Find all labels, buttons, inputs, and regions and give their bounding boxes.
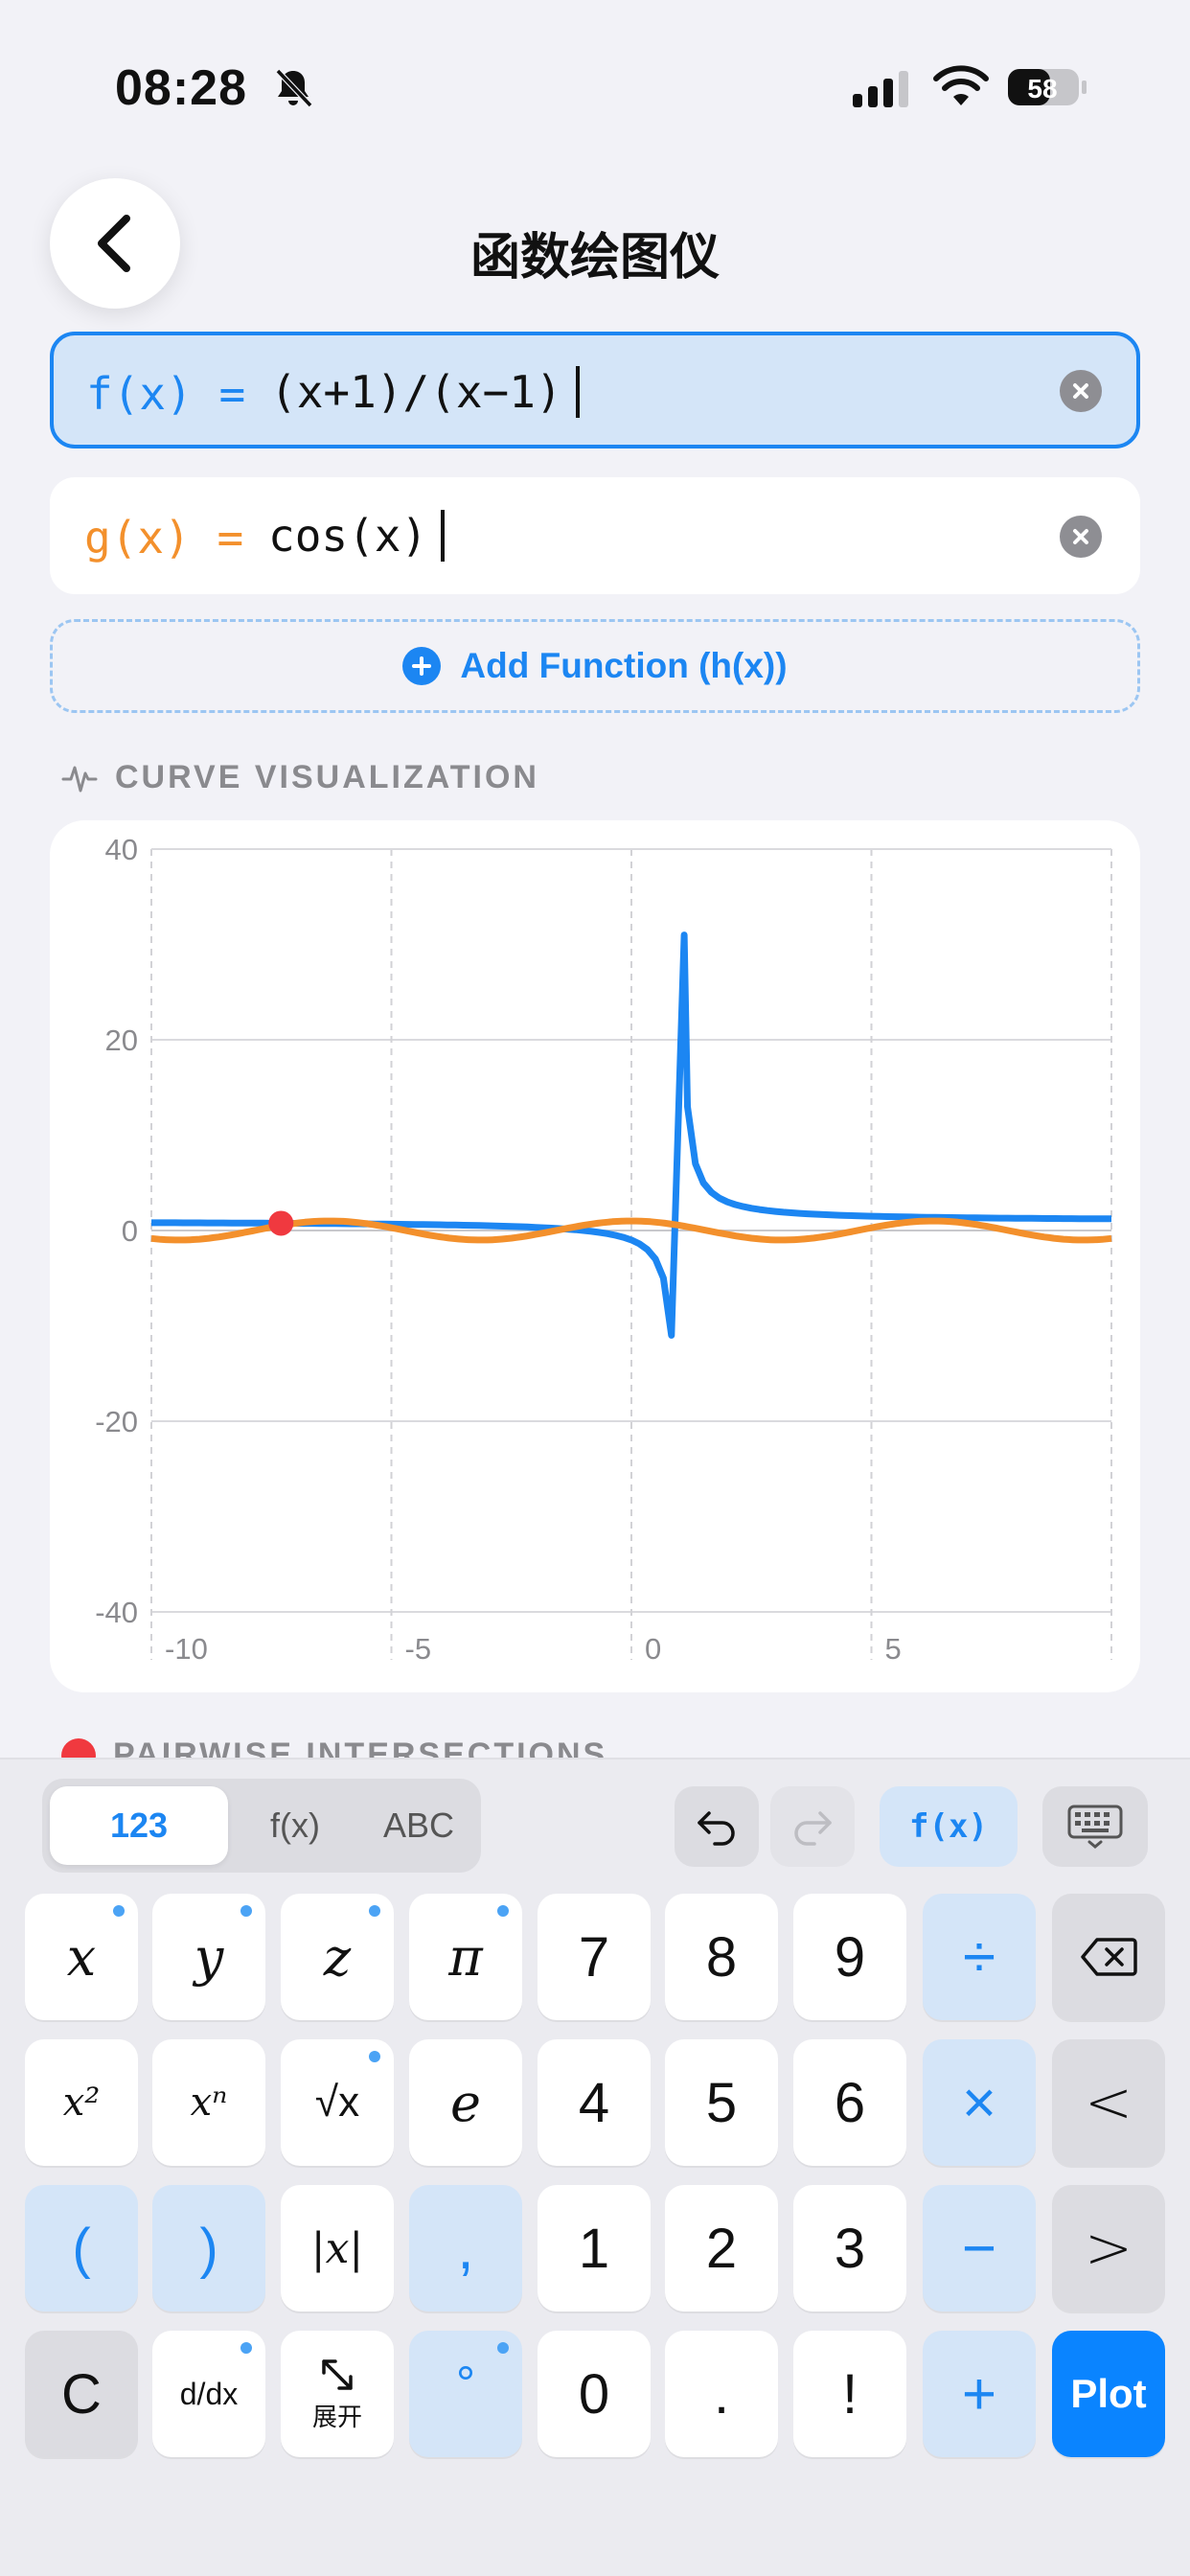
function-f-expression: (x+1)/(x−1) xyxy=(270,366,562,418)
mode-fx[interactable]: f(x) xyxy=(228,1786,362,1865)
key-abs[interactable]: |x| xyxy=(281,2185,394,2312)
curve-section-header: CURVE VISUALIZATION xyxy=(61,759,539,796)
math-keyboard: 123 f(x) ABC f(x) x y z π 7 8 9 ÷ x² xⁿ … xyxy=(0,1758,1190,2576)
status-time: 08:28 xyxy=(115,60,247,116)
key-x-squared[interactable]: x² xyxy=(25,2039,138,2166)
long-press-indicator xyxy=(240,2342,252,2354)
battery-icon: 58 xyxy=(1008,69,1087,105)
key-factorial[interactable]: ! xyxy=(793,2331,906,2457)
redo-icon xyxy=(794,1811,832,1846)
cellular-signal-icon xyxy=(853,71,908,107)
text-caret xyxy=(575,365,580,418)
key-multiply[interactable]: × xyxy=(923,2039,1036,2166)
x-tick-label: -5 xyxy=(405,1632,432,1666)
undo-button[interactable] xyxy=(675,1786,759,1867)
key-4[interactable]: 4 xyxy=(538,2039,651,2166)
key-minus[interactable]: − xyxy=(923,2185,1036,2312)
battery-level: 58 xyxy=(1027,74,1057,104)
key-open-paren[interactable]: ( xyxy=(25,2185,138,2312)
long-press-indicator xyxy=(369,2051,380,2062)
undo-icon xyxy=(698,1811,735,1846)
backspace-icon xyxy=(1081,1938,1137,1976)
status-bar: 08:28 58 xyxy=(0,0,1190,144)
function-g-expression: cos(x) xyxy=(268,510,428,562)
key-1[interactable]: 1 xyxy=(538,2185,651,2312)
cursor-left-label: < xyxy=(1084,2069,1133,2136)
key-expand[interactable]: 展开 xyxy=(281,2331,394,2457)
y-tick-label: -20 xyxy=(95,1405,138,1438)
plus-circle-icon xyxy=(402,647,442,685)
key-comma[interactable]: , xyxy=(409,2185,522,2312)
key-0[interactable]: 0 xyxy=(538,2331,651,2457)
long-press-indicator xyxy=(497,2342,509,2354)
key-3[interactable]: 3 xyxy=(793,2185,906,2312)
y-tick-label: -40 xyxy=(95,1596,138,1629)
waveform-icon xyxy=(61,766,98,792)
key-2[interactable]: 2 xyxy=(665,2185,778,2312)
hide-keyboard-button[interactable] xyxy=(1042,1786,1148,1867)
key-close-paren[interactable]: ) xyxy=(152,2185,265,2312)
key-x-power[interactable]: xⁿ xyxy=(152,2039,265,2166)
curve-chart[interactable]: 40 20 0 -20 -40 -10 -5 0 5 xyxy=(50,820,1140,1692)
curve-section-title: CURVE VISUALIZATION xyxy=(115,759,539,795)
x-tick-label: 5 xyxy=(885,1632,902,1666)
key-8[interactable]: 8 xyxy=(665,1894,778,2020)
long-press-indicator xyxy=(497,1905,509,1917)
key-7[interactable]: 7 xyxy=(538,1894,651,2020)
add-function-button[interactable]: Add Function (h(x)) xyxy=(50,619,1140,713)
page-title: 函数绘图仪 xyxy=(469,230,720,286)
expand-label: 展开 xyxy=(311,2402,362,2431)
plot-button[interactable]: Plot xyxy=(1052,2331,1165,2457)
bell-muted-icon xyxy=(275,68,313,108)
clear-g-icon[interactable] xyxy=(1060,516,1102,558)
keyboard-mode-switch: 123 f(x) ABC xyxy=(42,1779,481,1873)
y-tick-label: 20 xyxy=(105,1024,138,1057)
y-tick-label: 40 xyxy=(105,833,138,866)
function-g-name: g(x) = xyxy=(84,512,244,564)
key-backspace[interactable] xyxy=(1052,1894,1165,2020)
key-cursor-left[interactable]: < xyxy=(1052,2039,1165,2166)
x-tick-label: -10 xyxy=(165,1632,208,1666)
cursor-right-label: > xyxy=(1084,2215,1133,2282)
add-function-label: Add Function (h(x)) xyxy=(460,646,788,685)
long-press-indicator xyxy=(240,1905,252,1917)
key-cursor-right[interactable]: > xyxy=(1052,2185,1165,2312)
intersection-point[interactable] xyxy=(268,1210,294,1236)
key-9[interactable]: 9 xyxy=(793,1894,906,2020)
wifi-icon xyxy=(933,65,989,105)
key-e[interactable]: e xyxy=(409,2039,522,2166)
key-5[interactable]: 5 xyxy=(665,2039,778,2166)
key-decimal[interactable]: . xyxy=(665,2331,778,2457)
x-tick-label: 0 xyxy=(645,1632,661,1666)
key-clear[interactable]: C xyxy=(25,2331,138,2457)
expand-arrows-icon xyxy=(322,2358,353,2390)
key-divide[interactable]: ÷ xyxy=(923,1894,1036,2020)
function-insert-button[interactable]: f(x) xyxy=(880,1786,1018,1867)
mode-123[interactable]: 123 xyxy=(50,1786,228,1865)
y-tick-label: 0 xyxy=(122,1214,138,1248)
function-f-input[interactable]: f(x) = (x+1)/(x−1) xyxy=(50,332,1140,448)
keyboard-icon xyxy=(1067,1805,1123,1849)
mode-abc[interactable]: ABC xyxy=(362,1786,475,1865)
text-caret xyxy=(441,509,446,562)
key-plus[interactable]: + xyxy=(923,2331,1036,2457)
function-g-input[interactable]: g(x) = cos(x) xyxy=(50,477,1140,594)
redo-button[interactable] xyxy=(770,1786,855,1867)
key-6[interactable]: 6 xyxy=(793,2039,906,2166)
long-press-indicator xyxy=(369,1905,380,1917)
chart-canvas: 40 20 0 -20 -40 -10 -5 0 5 xyxy=(95,833,1112,1666)
long-press-indicator xyxy=(113,1905,125,1917)
function-f-name: f(x) = xyxy=(86,368,246,420)
clear-f-icon[interactable] xyxy=(1060,370,1102,412)
